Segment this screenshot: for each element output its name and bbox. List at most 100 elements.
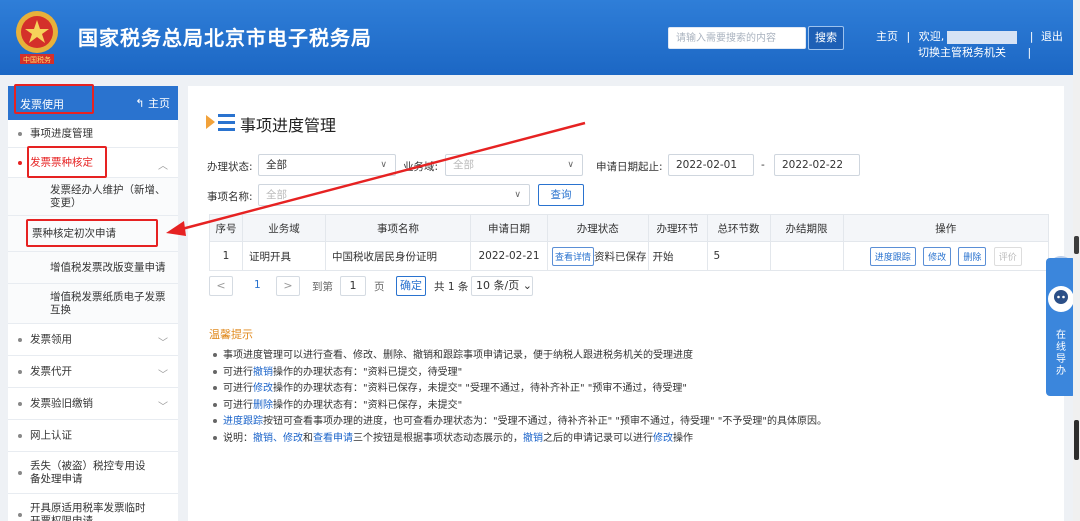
sidebar-item-temp-rate[interactable]: 开具原适用税率发票临时开票权限申请 [8, 494, 178, 521]
prev-page-button[interactable]: < [209, 276, 233, 296]
sidebar-item-progress[interactable]: 事项进度管理 [8, 120, 178, 148]
tip-link-edit[interactable]: 修改 [653, 433, 673, 444]
sidebar-item-label: 发票代开 [30, 365, 72, 377]
col-header: 申请日期 [470, 214, 548, 242]
item-name-select-value: 全部 [266, 189, 287, 201]
view-detail-button[interactable]: 查看详情 [552, 246, 595, 266]
domain-select[interactable]: 全部 ∨ [445, 154, 583, 176]
tip-line: 可进行删除操作的办理状态有："资料已保存，未提交" [209, 398, 1049, 415]
sidebar-item-lost-device[interactable]: 丢失（被盗）税控专用设备处理申请 [8, 452, 178, 494]
logout-link[interactable]: 退出 [1041, 30, 1063, 43]
assistant-avatar-icon [1048, 286, 1074, 312]
tip-link-revoke[interactable]: 撤销 [253, 367, 273, 378]
page-size-select[interactable]: 10 条/页 ⌄ [471, 276, 533, 296]
main-panel: 事项进度管理 办理状态: 全部 ∨ 业务域: 全部 ∨ 申请日期起止: 2022-0… [188, 86, 1064, 521]
page-size-value: 10 条/页 [476, 279, 520, 292]
goto-confirm-button[interactable]: 确定 [396, 276, 426, 296]
sidebar-item-invoice-cancel[interactable]: 发票验旧缴销 ﹀ [8, 388, 178, 420]
tip-line: 可进行修改操作的办理状态有："资料已保存，未提交" "受理不通过，待补齐补正" … [209, 381, 1049, 398]
bullet-icon [213, 386, 217, 390]
emblem-caption: 中国税务 [23, 56, 51, 64]
cell-status: 查看详情 资料已保存 [547, 241, 649, 271]
sidebar-subitem-agent[interactable]: 发票经办人维护（新增、变更） [8, 178, 178, 216]
domain-label: 业务域: [403, 161, 439, 173]
bullet-icon [18, 401, 22, 406]
site-title: 国家税务总局北京市电子税务局 [78, 26, 372, 50]
tip-link-track[interactable]: 进度跟踪 [223, 416, 263, 427]
search-input[interactable]: 请输入需要搜索的内容 [668, 27, 806, 49]
track-progress-button[interactable]: 进度跟踪 [869, 246, 916, 266]
switch-org-link[interactable]: 切换主管税务机关 [918, 46, 1006, 59]
item-name-select[interactable]: 全部 ∨ [258, 184, 530, 206]
cell-no: 1 [209, 241, 243, 271]
sidebar-item-label: 开具原适用税率发票临时开票权限申请 [30, 501, 146, 521]
edit-button[interactable]: 修改 [923, 246, 952, 266]
back-arrow-icon: ↰ [135, 97, 148, 110]
sidebar-subitem-vat-exchange[interactable]: 增值税发票纸质电子发票互换 [8, 284, 178, 324]
sidebar-home-link[interactable]: ↰ 主页 [135, 95, 170, 111]
tips-list: 事项进度管理可以进行查看、修改、删除、撤销和跟踪事项申请记录，便于纳税人跟进税务… [209, 348, 1049, 447]
rate-button[interactable]: 评价 [993, 246, 1022, 266]
goto-page-input[interactable]: 1 [340, 276, 366, 296]
cell-date: 2022-02-21 [470, 241, 548, 271]
delete-button[interactable]: 删除 [958, 246, 987, 266]
tip-link-edit[interactable]: 修改 [253, 383, 273, 394]
sidebar-subitem-vat-change[interactable]: 增值税发票改版变量申请 [8, 252, 178, 284]
tip-link-delete[interactable]: 删除 [253, 400, 273, 411]
tip-link-view[interactable]: 查看申请 [313, 433, 353, 444]
scrollbar-thumb[interactable] [1074, 236, 1079, 254]
chevron-down-icon: ﹀ [158, 401, 168, 413]
tip-text: 操作 [673, 432, 693, 444]
cell-domain: 证明开具 [242, 241, 326, 271]
sidebar-item-label: 发票领用 [30, 333, 72, 345]
sidebar-subitem-label: 增值税发票纸质电子发票互换 [50, 290, 166, 316]
sidebar-subitem-label: 发票经办人维护（新增、变更） [50, 183, 166, 209]
bullet-icon [18, 512, 22, 517]
chevron-up-icon: ︿ [158, 160, 168, 172]
col-header: 总环节数 [706, 214, 771, 242]
query-button[interactable]: 查询 [538, 184, 584, 206]
status-text: 资料已保存 [594, 250, 647, 263]
home-link[interactable]: 主页 [876, 30, 898, 43]
tip-line: 事项进度管理可以进行查看、修改、删除、撤销和跟踪事项申请记录，便于纳税人跟进税务… [209, 348, 1049, 365]
sidebar-item-invoice-collect[interactable]: 发票领用 ﹀ [8, 324, 178, 356]
sidebar-item-online-auth[interactable]: 网上认证 [8, 420, 178, 452]
next-page-button[interactable]: > [276, 276, 300, 296]
page-unit-label: 页 [374, 281, 385, 293]
tip-line: 可进行撤销操作的办理状态有："资料已提交，待受理" [209, 365, 1049, 382]
item-name-label: 事项名称: [207, 191, 253, 203]
scrollbar-thumb[interactable] [1074, 420, 1079, 460]
progress-table: 序号 业务域 事项名称 申请日期 办理状态 办理环节 总环节数 办结期限 操作 … [209, 214, 1050, 271]
cell-item-name: 中国税收居民身份证明 [325, 241, 471, 271]
tip-link-revoke[interactable]: 撤销 [523, 433, 543, 444]
tip-text: 可进行 [223, 366, 253, 378]
search-button[interactable]: 搜索 [808, 26, 844, 50]
nav-divider: | [1029, 30, 1034, 43]
date-separator: - [761, 159, 765, 171]
switch-org-row: 切换主管税务机关 | [918, 44, 1031, 60]
date-to-input[interactable]: 2022-02-22 [774, 154, 860, 176]
bullet-icon [213, 369, 217, 374]
tip-text: 操作的办理状态有："资料已提交，待受理" [273, 366, 463, 378]
date-from-input[interactable]: 2022-02-01 [668, 154, 754, 176]
tip-link-revoke-edit[interactable]: 撤销、修改 [253, 433, 303, 444]
sidebar-item-invoice-issue[interactable]: 发票代开 ﹀ [8, 356, 178, 388]
online-guide-widget[interactable]: 在线导办 [1046, 258, 1076, 396]
current-page[interactable]: 1 [254, 279, 261, 291]
sidebar-subitem-label: 增值税发票改版变量申请 [50, 261, 166, 273]
chevron-down-icon: ⌄ [522, 279, 532, 292]
tip-line: 说明：撤销、修改和查看申请三个按钮是根据事项状态动态展示的，撤销之后的申请记录可… [209, 431, 1049, 448]
status-select-value: 全部 [266, 159, 287, 171]
sidebar-item-label: 发票验旧缴销 [30, 397, 93, 409]
status-select[interactable]: 全部 ∨ [258, 154, 396, 176]
bullet-icon [18, 337, 22, 342]
bullet-icon [18, 369, 22, 374]
bullet-icon [18, 131, 22, 136]
col-header: 序号 [209, 214, 243, 242]
bullet-icon [18, 160, 22, 165]
tip-text: 说明： [223, 432, 253, 444]
col-header: 业务域 [242, 214, 326, 242]
status-label: 办理状态: [207, 161, 253, 173]
sidebar-home-label: 主页 [148, 97, 170, 110]
annotation-box [14, 84, 94, 114]
